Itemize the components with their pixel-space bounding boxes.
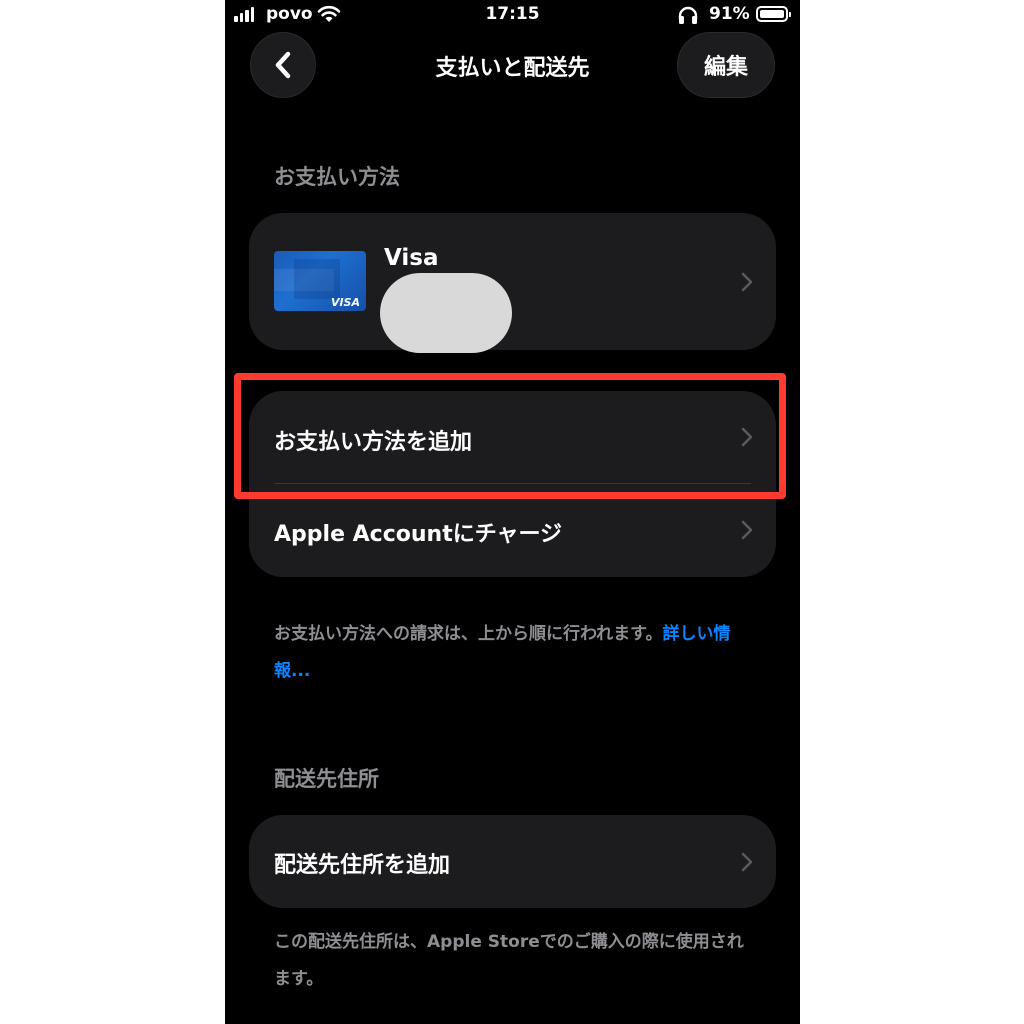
charge-apple-account-row[interactable]: Apple Accountにチャージ — [249, 484, 776, 577]
chevron-right-icon — [741, 852, 753, 872]
add-payment-method-label: お支払い方法を追加 — [274, 430, 473, 455]
add-address-row[interactable]: 配送先住所を追加 — [249, 815, 776, 908]
status-bar: povo 17:15 91% — [225, 0, 800, 34]
visa-card-row[interactable]: VISA Visa — [249, 213, 776, 350]
card-name: Visa — [384, 245, 439, 271]
payment-footnote: お支払い方法への請求は、上から順に行われます。詳しい情報... — [274, 616, 754, 690]
add-address-label: 配送先住所を追加 — [274, 853, 451, 878]
add-payment-method-row[interactable]: お支払い方法を追加 — [249, 391, 776, 483]
shipping-footnote: この配送先住所は、Apple Storeでのご購入の際に使用されます。 — [274, 932, 744, 989]
phone-screen: povo 17:15 91% 支払いと配送先 編集 お支払い方法 VISA Vi… — [225, 0, 800, 1024]
redacted-card-number — [380, 273, 512, 353]
chevron-right-icon — [741, 520, 753, 540]
visa-card-brand: VISA — [330, 296, 360, 309]
chevron-right-icon — [741, 272, 753, 292]
battery-icon — [756, 6, 791, 22]
charge-apple-account-label: Apple Accountにチャージ — [274, 522, 563, 547]
payment-footnote-text: お支払い方法への請求は、上から順に行われます。 — [274, 624, 663, 644]
battery-percent: 91% — [709, 4, 750, 24]
headphones-icon — [678, 6, 698, 24]
shipping-section-header: 配送先住所 — [274, 767, 379, 791]
edit-button[interactable]: 編集 — [677, 32, 775, 98]
payment-section-header: お支払い方法 — [274, 165, 400, 189]
visa-card-image: VISA — [274, 251, 366, 311]
payment-actions-card: お支払い方法を追加 Apple Accountにチャージ — [249, 391, 776, 577]
chevron-right-icon — [741, 427, 753, 447]
